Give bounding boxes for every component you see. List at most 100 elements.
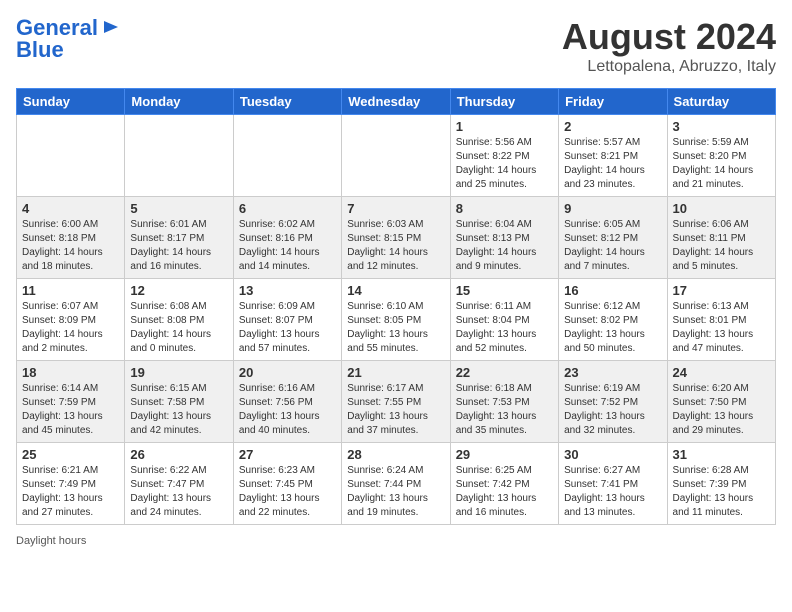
calendar-day-cell: 16 Sunrise: 6:12 AM Sunset: 8:02 PM Dayli… <box>559 279 667 361</box>
day-number: 19 <box>130 365 227 380</box>
calendar-header-row: SundayMondayTuesdayWednesdayThursdayFrid… <box>17 89 776 115</box>
day-info: Sunrise: 6:18 AM Sunset: 7:53 PM Dayligh… <box>456 382 553 438</box>
day-number: 18 <box>22 365 119 380</box>
calendar-day-cell: 13Sunrise: 6:09 AM Sunset: 8:07 PM Dayli… <box>233 279 341 361</box>
page-header: General Blue August 2024 Lettopalena, Ab… <box>16 16 776 76</box>
day-info: Sunrise: 6:19 AM Sunset: 7:52 PM Dayligh… <box>564 382 661 438</box>
calendar-day-cell: 7 Sunrise: 6:03 AM Sunset: 8:15 PM Daylig… <box>342 197 450 279</box>
day-info: Sunrise: 6:06 AM Sunset: 8:11 PM Dayligh… <box>673 218 770 274</box>
day-info: Sunrise: 6:00 AM Sunset: 8:18 PM Dayligh… <box>22 218 119 274</box>
day-info: Sunrise: 6:01 AM Sunset: 8:17 PM Dayligh… <box>130 218 227 274</box>
calendar-day-cell: 17 Sunrise: 6:13 AM Sunset: 8:01 PM Dayli… <box>667 279 775 361</box>
logo: General Blue <box>16 16 120 62</box>
day-number: 3 <box>673 119 770 134</box>
day-info: Sunrise: 6:07 AM Sunset: 8:09 PM Dayligh… <box>22 300 119 356</box>
calendar-day-cell <box>125 115 233 197</box>
calendar-day-cell: 31 Sunrise: 6:28 AM Sunset: 7:39 PM Dayli… <box>667 443 775 525</box>
calendar-day-header: Sunday <box>17 89 125 115</box>
calendar-day-cell: 28 Sunrise: 6:24 AM Sunset: 7:44 PM Dayli… <box>342 443 450 525</box>
calendar-day-cell <box>233 115 341 197</box>
day-info: Sunrise: 6:21 AM Sunset: 7:49 PM Dayligh… <box>22 464 119 520</box>
calendar-day-cell: 4 Sunrise: 6:00 AM Sunset: 8:18 PM Daylig… <box>17 197 125 279</box>
calendar-day-cell: 20Sunrise: 6:16 AM Sunset: 7:56 PM Dayli… <box>233 361 341 443</box>
day-info: Sunrise: 6:05 AM Sunset: 8:12 PM Dayligh… <box>564 218 661 274</box>
day-number: 25 <box>22 447 119 462</box>
calendar-day-cell: 6 Sunrise: 6:02 AM Sunset: 8:16 PM Daylig… <box>233 197 341 279</box>
day-number: 24 <box>673 365 770 380</box>
calendar-week-row: 11 Sunrise: 6:07 AM Sunset: 8:09 PM Dayli… <box>17 279 776 361</box>
calendar-day-cell <box>17 115 125 197</box>
footer: Daylight hours <box>16 535 776 547</box>
calendar-day-header: Friday <box>559 89 667 115</box>
logo-arrow-icon <box>100 17 120 37</box>
logo-blue-text: Blue <box>16 38 64 62</box>
day-info: Sunrise: 6:08 AM Sunset: 8:08 PM Dayligh… <box>130 300 227 356</box>
calendar-day-cell: 30Sunrise: 6:27 AM Sunset: 7:41 PM Dayli… <box>559 443 667 525</box>
day-info: Sunrise: 6:04 AM Sunset: 8:13 PM Dayligh… <box>456 218 553 274</box>
day-number: 16 <box>564 283 661 298</box>
calendar-week-row: 1Sunrise: 5:56 AM Sunset: 8:22 PM Daylig… <box>17 115 776 197</box>
day-number: 27 <box>239 447 336 462</box>
day-info: Sunrise: 6:17 AM Sunset: 7:55 PM Dayligh… <box>347 382 444 438</box>
calendar-day-cell: 2Sunrise: 5:57 AM Sunset: 8:21 PM Daylig… <box>559 115 667 197</box>
day-number: 11 <box>22 283 119 298</box>
calendar-day-cell: 23Sunrise: 6:19 AM Sunset: 7:52 PM Dayli… <box>559 361 667 443</box>
day-info: Sunrise: 6:12 AM Sunset: 8:02 PM Dayligh… <box>564 300 661 356</box>
calendar-day-cell: 14Sunrise: 6:10 AM Sunset: 8:05 PM Dayli… <box>342 279 450 361</box>
calendar-day-cell: 19Sunrise: 6:15 AM Sunset: 7:58 PM Dayli… <box>125 361 233 443</box>
calendar-week-row: 4 Sunrise: 6:00 AM Sunset: 8:18 PM Daylig… <box>17 197 776 279</box>
footer-text: Daylight hours <box>16 535 86 547</box>
day-number: 9 <box>564 201 661 216</box>
calendar-day-cell: 24 Sunrise: 6:20 AM Sunset: 7:50 PM Dayli… <box>667 361 775 443</box>
calendar-day-header: Monday <box>125 89 233 115</box>
day-info: Sunrise: 6:25 AM Sunset: 7:42 PM Dayligh… <box>456 464 553 520</box>
day-info: Sunrise: 6:20 AM Sunset: 7:50 PM Dayligh… <box>673 382 770 438</box>
day-number: 12 <box>130 283 227 298</box>
calendar-day-cell: 10 Sunrise: 6:06 AM Sunset: 8:11 PM Dayli… <box>667 197 775 279</box>
calendar-day-cell: 18 Sunrise: 6:14 AM Sunset: 7:59 PM Dayli… <box>17 361 125 443</box>
day-info: Sunrise: 6:24 AM Sunset: 7:44 PM Dayligh… <box>347 464 444 520</box>
day-info: Sunrise: 6:16 AM Sunset: 7:56 PM Dayligh… <box>239 382 336 438</box>
day-number: 4 <box>22 201 119 216</box>
day-number: 5 <box>130 201 227 216</box>
calendar-day-header: Saturday <box>667 89 775 115</box>
day-number: 29 <box>456 447 553 462</box>
day-number: 31 <box>673 447 770 462</box>
day-info: Sunrise: 6:03 AM Sunset: 8:15 PM Dayligh… <box>347 218 444 274</box>
day-number: 22 <box>456 365 553 380</box>
day-number: 15 <box>456 283 553 298</box>
day-number: 28 <box>347 447 444 462</box>
calendar-day-cell: 15Sunrise: 6:11 AM Sunset: 8:04 PM Dayli… <box>450 279 558 361</box>
page-subtitle: Lettopalena, Abruzzo, Italy <box>562 58 776 76</box>
calendar-day-header: Tuesday <box>233 89 341 115</box>
day-number: 30 <box>564 447 661 462</box>
calendar-day-cell: 9 Sunrise: 6:05 AM Sunset: 8:12 PM Daylig… <box>559 197 667 279</box>
day-info: Sunrise: 5:59 AM Sunset: 8:20 PM Dayligh… <box>673 136 770 192</box>
calendar-week-row: 25 Sunrise: 6:21 AM Sunset: 7:49 PM Dayli… <box>17 443 776 525</box>
day-number: 10 <box>673 201 770 216</box>
day-info: Sunrise: 6:28 AM Sunset: 7:39 PM Dayligh… <box>673 464 770 520</box>
day-number: 7 <box>347 201 444 216</box>
day-info: Sunrise: 6:02 AM Sunset: 8:16 PM Dayligh… <box>239 218 336 274</box>
day-number: 6 <box>239 201 336 216</box>
day-info: Sunrise: 5:57 AM Sunset: 8:21 PM Dayligh… <box>564 136 661 192</box>
calendar-day-cell: 29 Sunrise: 6:25 AM Sunset: 7:42 PM Dayli… <box>450 443 558 525</box>
calendar-day-cell: 26 Sunrise: 6:22 AM Sunset: 7:47 PM Dayli… <box>125 443 233 525</box>
calendar-day-cell: 25 Sunrise: 6:21 AM Sunset: 7:49 PM Dayli… <box>17 443 125 525</box>
title-block: August 2024 Lettopalena, Abruzzo, Italy <box>562 16 776 76</box>
calendar-day-cell: 21 Sunrise: 6:17 AM Sunset: 7:55 PM Dayli… <box>342 361 450 443</box>
day-number: 13 <box>239 283 336 298</box>
day-number: 26 <box>130 447 227 462</box>
day-number: 17 <box>673 283 770 298</box>
calendar-day-cell: 11 Sunrise: 6:07 AM Sunset: 8:09 PM Dayli… <box>17 279 125 361</box>
calendar-day-cell: 12 Sunrise: 6:08 AM Sunset: 8:08 PM Dayli… <box>125 279 233 361</box>
day-info: Sunrise: 6:10 AM Sunset: 8:05 PM Dayligh… <box>347 300 444 356</box>
day-info: Sunrise: 6:14 AM Sunset: 7:59 PM Dayligh… <box>22 382 119 438</box>
day-number: 21 <box>347 365 444 380</box>
calendar-day-cell: 8Sunrise: 6:04 AM Sunset: 8:13 PM Daylig… <box>450 197 558 279</box>
calendar-day-cell: 1Sunrise: 5:56 AM Sunset: 8:22 PM Daylig… <box>450 115 558 197</box>
day-info: Sunrise: 6:13 AM Sunset: 8:01 PM Dayligh… <box>673 300 770 356</box>
day-info: Sunrise: 6:22 AM Sunset: 7:47 PM Dayligh… <box>130 464 227 520</box>
calendar-week-row: 18 Sunrise: 6:14 AM Sunset: 7:59 PM Dayli… <box>17 361 776 443</box>
calendar-day-cell: 3 Sunrise: 5:59 AM Sunset: 8:20 PM Daylig… <box>667 115 775 197</box>
